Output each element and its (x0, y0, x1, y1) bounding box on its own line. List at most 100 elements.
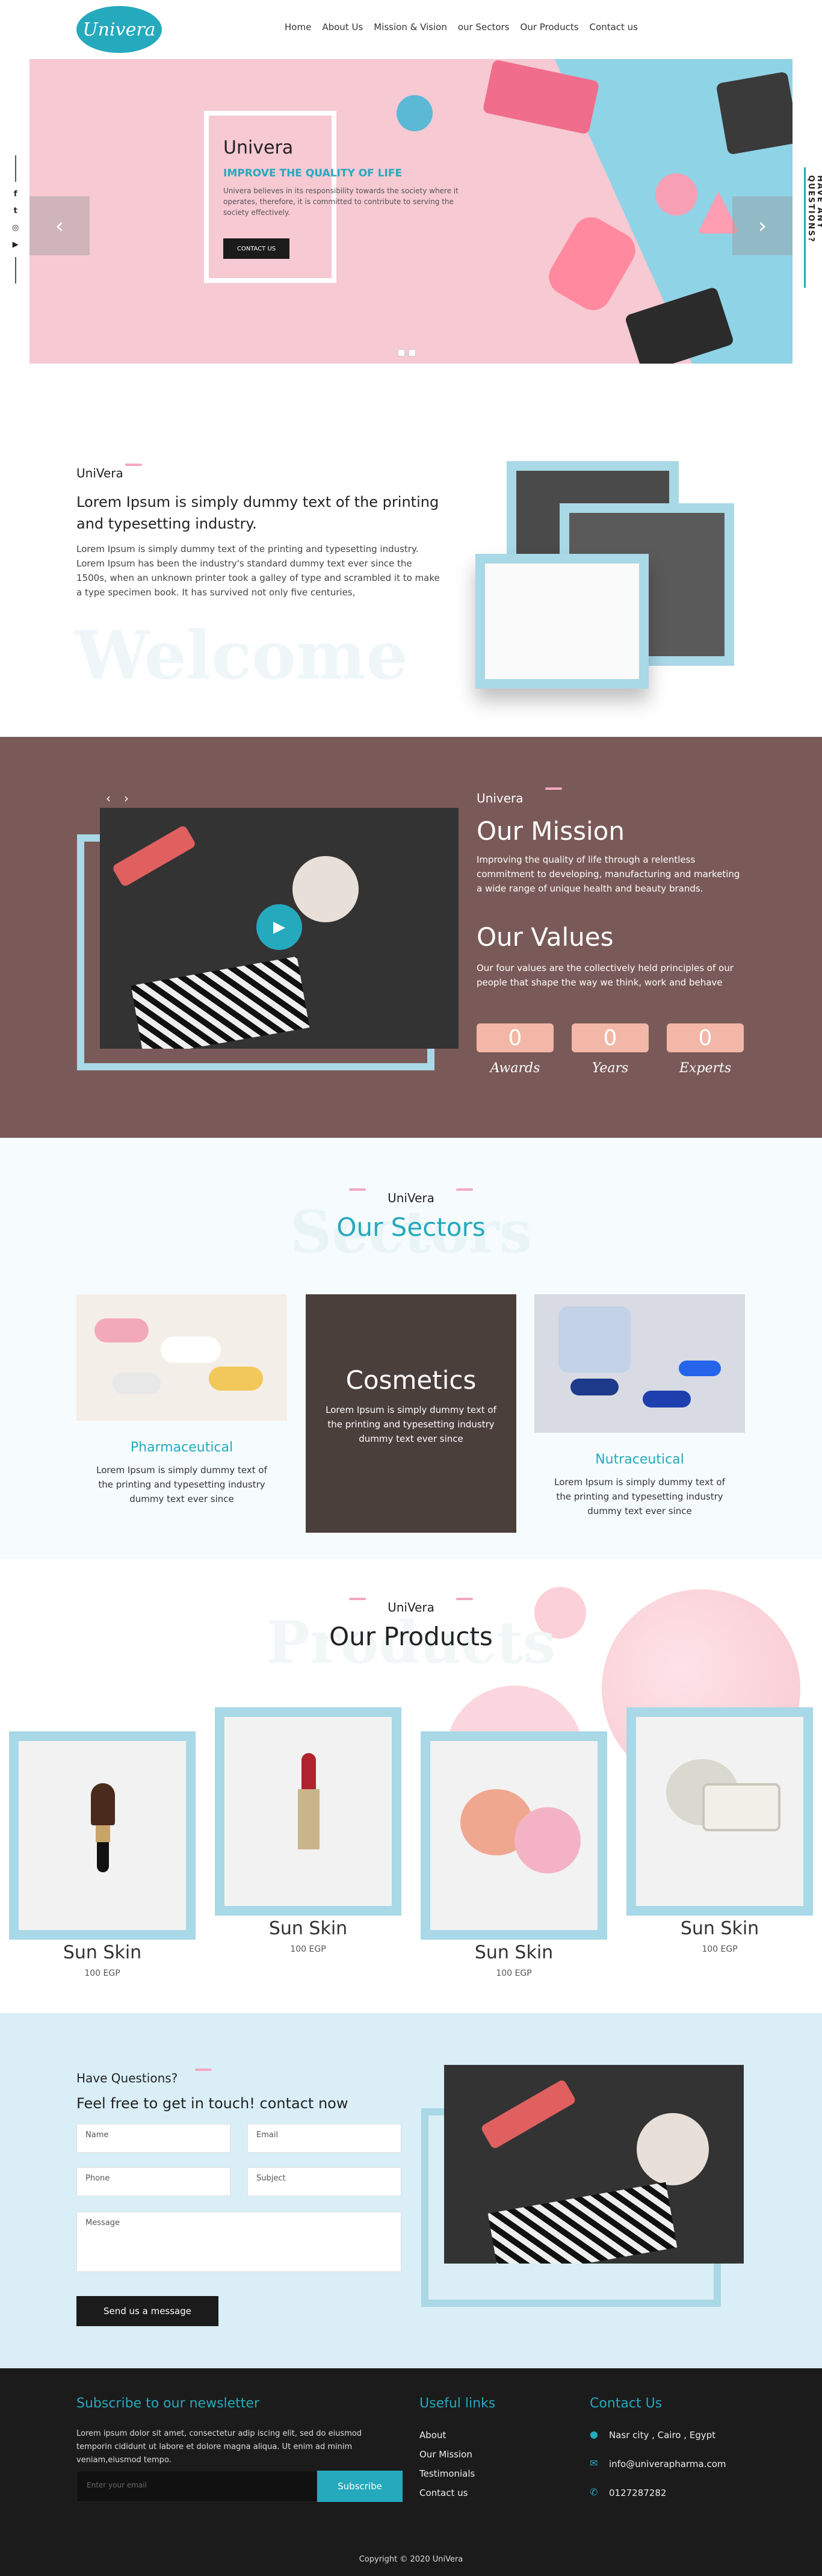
nav-about[interactable]: About Us (322, 22, 363, 33)
hero-slider: Univera IMPROVE THE QUALITY OF LIFE Univ… (29, 59, 793, 364)
awards-counter: 0 (477, 1023, 554, 1052)
experts-label: Experts (679, 1061, 732, 1076)
values-text: Our four values are the collectively hel… (477, 963, 734, 988)
next-arrow-icon[interactable]: › (732, 196, 793, 255)
pharmaceutical-image[interactable] (76, 1294, 287, 1421)
products-section: Products UniVera Our Products Sun Skin 1… (0, 1559, 822, 2013)
products-label: UniVera (388, 1600, 434, 1615)
contact-image (444, 2065, 744, 2264)
message-field[interactable]: Message (76, 2212, 401, 2272)
mission-title: Our Mission (477, 816, 625, 846)
play-icon[interactable]: ▶ (256, 904, 302, 950)
mail-icon: ✉ (590, 2457, 598, 2469)
youtube-icon[interactable]: ▶ (13, 240, 19, 249)
prev-arrow-icon[interactable]: ‹ (29, 196, 90, 255)
product-card-3[interactable] (421, 1731, 607, 1940)
cosmetics-title[interactable]: Cosmetics (306, 1365, 516, 1395)
nutraceutical-title[interactable]: Nutraceutical (534, 1452, 745, 1467)
brush-stroke-icon (545, 787, 562, 790)
sectors-title: Our Sectors (336, 1212, 486, 1242)
brush-stroke-icon (456, 1598, 473, 1600)
footer-address: Nasr city , Cairo , Egypt (609, 2430, 716, 2441)
sectors-section: Sectors UniVera Our Sectors Pharmaceutic… (0, 1138, 822, 1559)
email-field[interactable]: Email (247, 2124, 401, 2153)
products-title: Our Products (329, 1622, 493, 1651)
nav-sectors[interactable]: our Sectors (458, 22, 510, 33)
questions-side-tab[interactable]: HAVE ANY QUESTIONS? (804, 167, 822, 288)
slider-dots (398, 349, 416, 356)
footer-phone[interactable]: 0127287282 (609, 2488, 666, 2498)
hero-title: Univera (223, 137, 294, 158)
logo[interactable]: Univera (76, 6, 162, 53)
mission-section: ‹ › Univera Our Mission Improving the qu… (0, 737, 822, 1138)
brush-stroke-icon (456, 1188, 473, 1191)
video-next-icon[interactable]: › (124, 791, 129, 805)
slider-dot[interactable] (409, 349, 416, 356)
location-pin-icon: ● (590, 2429, 598, 2440)
twitter-icon[interactable]: t (14, 206, 17, 216)
welcome-section: Welcome UniVera Lorem Ipsum is simply du… (0, 364, 822, 737)
questions-side-label: HAVE ANY QUESTIONS? (806, 175, 822, 243)
phone-field[interactable]: Phone (76, 2167, 230, 2196)
welcome-photo-3 (475, 554, 649, 689)
social-divider (14, 155, 16, 182)
cosmetics-text: Lorem Ipsum is simply dummy text of the … (326, 1404, 496, 1444)
main-nav: Home About Us Mission & Vision our Secto… (285, 22, 638, 33)
footer-link-testimonials[interactable]: Testimonials (419, 2468, 475, 2479)
nav-mission[interactable]: Mission & Vision (374, 22, 447, 33)
pharmaceutical-text: Lorem Ipsum is simply dummy text of the … (96, 1465, 267, 1504)
product-card-4[interactable] (626, 1707, 813, 1916)
phone-icon: ✆ (590, 2486, 598, 2498)
footer-link-about[interactable]: About (419, 2430, 446, 2441)
product-price: 100 EGP (496, 1969, 532, 1978)
product-card-1[interactable] (9, 1731, 196, 1940)
product-name[interactable]: Sun Skin (215, 1918, 401, 1939)
video-prev-icon[interactable]: ‹ (106, 791, 111, 805)
contact-section: Have Questions? Feel free to get in touc… (0, 2013, 822, 2368)
sectors-label: UniVera (388, 1191, 434, 1205)
footer-link-contact[interactable]: Contact us (419, 2488, 468, 2498)
subscribe-button[interactable]: Subscribe (317, 2471, 403, 2502)
welcome-watermark: Welcome (75, 616, 409, 694)
instagram-icon[interactable]: ◎ (12, 223, 19, 232)
send-message-button[interactable]: Send us a message (76, 2296, 218, 2326)
social-divider (14, 257, 16, 284)
newsletter-title: Subscribe to our newsletter (76, 2396, 260, 2411)
hero-contact-button[interactable]: CONTACT US (223, 238, 289, 259)
subject-field[interactable]: Subject (247, 2167, 401, 2196)
welcome-label: UniVera (76, 466, 123, 480)
name-field[interactable]: Name (76, 2124, 230, 2153)
slider-dot[interactable] (398, 349, 405, 356)
site-footer: Subscribe to our newsletter Lorem ipsum … (0, 2368, 822, 2576)
product-name[interactable]: Sun Skin (9, 1942, 196, 1963)
product-price: 100 EGP (290, 1944, 326, 1954)
footer-email[interactable]: info@univerapharma.com (609, 2459, 726, 2469)
nav-products[interactable]: Our Products (521, 22, 579, 33)
years-label: Years (592, 1061, 629, 1076)
copyright: Copyright © 2020 UniVera (359, 2555, 463, 2564)
contact-us-title: Contact Us (590, 2396, 663, 2411)
pharmaceutical-title[interactable]: Pharmaceutical (76, 1440, 287, 1455)
welcome-heading: Lorem Ipsum is simply dummy text of the … (76, 494, 439, 532)
facebook-icon[interactable]: f (14, 190, 17, 199)
product-name[interactable]: Sun Skin (626, 1918, 813, 1939)
nutraceutical-image[interactable] (534, 1294, 745, 1433)
social-sidebar: f t ◎ ▶ (12, 155, 19, 284)
product-name[interactable]: Sun Skin (421, 1942, 607, 1963)
footer-link-mission[interactable]: Our Mission (419, 2449, 472, 2460)
contact-label: Have Questions? (76, 2071, 178, 2085)
hero-text: Univera believes in its responsibility t… (223, 187, 459, 217)
nav-home[interactable]: Home (285, 22, 311, 33)
mission-text: Improving the quality of life through a … (477, 854, 740, 894)
product-card-2[interactable] (215, 1707, 401, 1916)
nav-contact[interactable]: Contact us (590, 22, 638, 33)
useful-links-title: Useful links (419, 2396, 496, 2411)
newsletter-email-input[interactable]: Enter your email (76, 2471, 317, 2502)
experts-counter: 0 (667, 1023, 744, 1052)
nutraceutical-text: Lorem Ipsum is simply dummy text of the … (554, 1477, 725, 1516)
product-price: 100 EGP (702, 1944, 738, 1954)
site-header: Univera Home About Us Mission & Vision o… (0, 0, 822, 58)
brush-stroke-icon (125, 464, 142, 466)
welcome-text: Lorem Ipsum is simply dummy text of the … (76, 544, 440, 598)
years-counter: 0 (572, 1023, 649, 1052)
